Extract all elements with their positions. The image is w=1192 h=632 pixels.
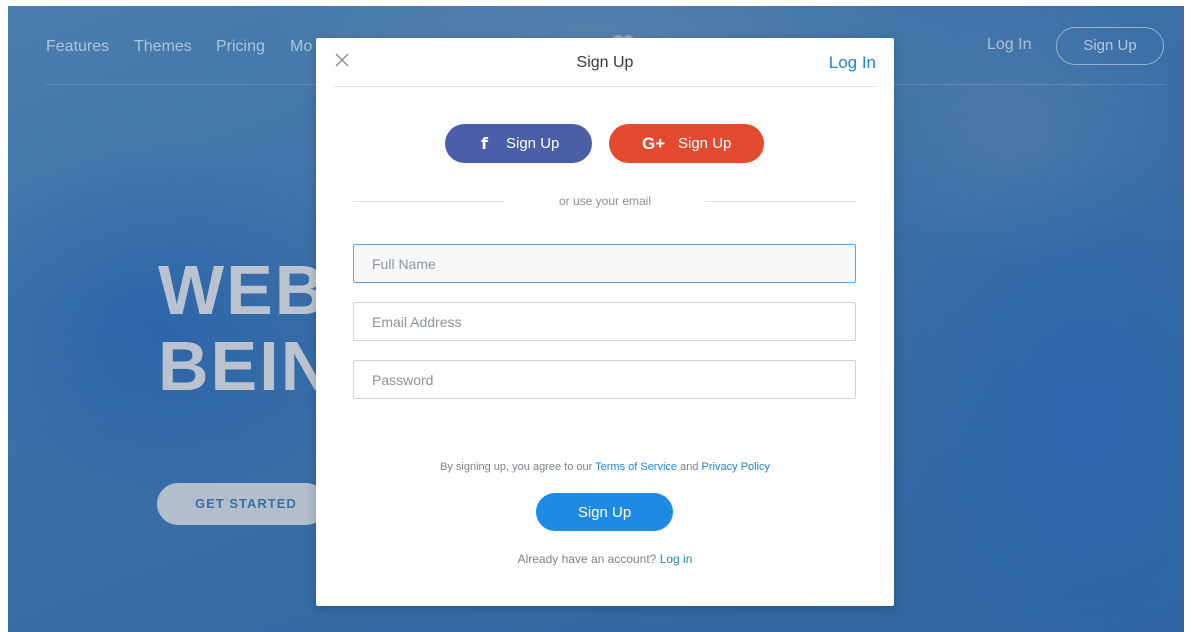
google-signup-label: Sign Up xyxy=(678,135,732,152)
facebook-icon: f xyxy=(481,134,488,153)
login-prompt: Already have an account? Log in xyxy=(316,552,894,566)
terms-of-service-link[interactable]: Terms of Service xyxy=(595,461,677,473)
signup-modal: Sign Up Log In f Sign Up G+ Sign Up or u… xyxy=(316,38,894,606)
divider-line-right xyxy=(705,201,856,202)
nav-link-themes[interactable]: Themes xyxy=(134,38,192,56)
hero-title-line2: BEIN xyxy=(158,327,318,404)
email-input[interactable] xyxy=(353,302,856,341)
terms-prefix: By signing up, you agree to our xyxy=(440,461,593,473)
nav-link-more[interactable]: Mo xyxy=(290,38,312,56)
modal-title: Sign Up xyxy=(576,54,634,71)
get-started-button[interactable]: GET STARTED xyxy=(157,483,327,525)
facebook-signup-button[interactable]: f Sign Up xyxy=(445,124,592,163)
facebook-signup-label: Sign Up xyxy=(506,135,560,152)
full-name-input[interactable] xyxy=(353,244,856,283)
hero-title: WEB BEIN xyxy=(158,252,318,404)
login-prompt-link[interactable]: Log in xyxy=(660,552,693,566)
login-prompt-text: Already have an account? xyxy=(517,552,657,566)
signup-submit-button[interactable]: Sign Up xyxy=(536,493,673,531)
nav-link-features[interactable]: Features xyxy=(46,38,109,56)
password-input[interactable] xyxy=(353,360,856,399)
nav-link-pricing[interactable]: Pricing xyxy=(216,38,265,56)
terms-notice: By signing up, you agree to our Terms of… xyxy=(316,461,894,473)
terms-and: and xyxy=(680,461,699,473)
google-signup-button[interactable]: G+ Sign Up xyxy=(609,124,764,163)
privacy-policy-link[interactable]: Privacy Policy xyxy=(702,461,770,473)
nav-signup-button[interactable]: Sign Up xyxy=(1056,27,1164,65)
nav-login-link[interactable]: Log In xyxy=(987,36,1031,54)
hero-title-line1: WEB xyxy=(158,252,318,329)
modal-header: Sign Up Log In xyxy=(334,38,876,87)
modal-login-link[interactable]: Log In xyxy=(829,53,876,73)
google-plus-icon: G+ xyxy=(642,134,666,153)
